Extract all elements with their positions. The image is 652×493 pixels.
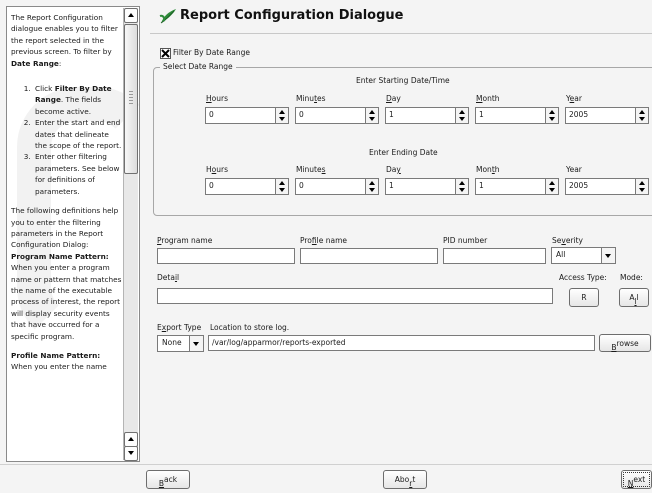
end-year-spinbox[interactable]: 2005	[565, 178, 649, 195]
start-hours-spinbox[interactable]: 0	[205, 107, 289, 124]
back-button[interactable]: Back	[146, 470, 190, 489]
spin-arrows-icon[interactable]	[455, 108, 468, 123]
severity-label: Severity	[552, 236, 583, 245]
scroll-up-arrow-icon[interactable]	[124, 432, 138, 447]
program-name-label: Program name	[157, 236, 213, 245]
export-type-select[interactable]: None	[157, 335, 204, 352]
help-pane[interactable]: The Report Configuration dialogue enable…	[6, 6, 140, 462]
start-month-label: Month	[476, 94, 500, 103]
program-name-input[interactable]	[157, 248, 295, 264]
severity-select[interactable]: All	[551, 247, 616, 264]
mode-label: Mode:	[620, 273, 643, 282]
scrollbar-thumb[interactable]	[124, 24, 138, 174]
chevron-down-icon[interactable]	[601, 248, 615, 263]
page-title: Report Configuration Dialogue	[180, 8, 404, 23]
check-mark-icon	[161, 49, 170, 58]
mode-button[interactable]: All	[619, 288, 649, 307]
spin-arrows-icon[interactable]	[545, 179, 558, 194]
start-hours-label: Hours	[206, 94, 228, 103]
footer-divider	[0, 464, 652, 465]
start-day-spinbox[interactable]: 1	[385, 107, 469, 124]
end-minutes-spinbox[interactable]: 0	[295, 178, 379, 195]
export-type-label: Export Type	[157, 323, 202, 332]
end-hours-spinbox[interactable]: 0	[205, 178, 289, 195]
start-minutes-spinbox[interactable]: 0	[295, 107, 379, 124]
spin-arrows-icon[interactable]	[635, 179, 648, 194]
start-month-spinbox[interactable]: 1	[475, 107, 559, 124]
detail-input[interactable]	[157, 288, 553, 304]
filter-by-date-checkbox[interactable]	[160, 48, 171, 59]
spin-arrows-icon[interactable]	[275, 179, 288, 194]
title-divider	[150, 33, 652, 34]
spin-arrows-icon[interactable]	[275, 108, 288, 123]
end-date-caption: Enter Ending Date	[369, 148, 438, 157]
help-text: The Report Configuration dialogue enable…	[11, 12, 123, 381]
access-type-label: Access Type:	[559, 273, 607, 282]
end-minutes-label: Minutes	[296, 165, 326, 174]
profile-name-input[interactable]	[300, 248, 438, 264]
chevron-down-icon[interactable]	[189, 336, 203, 351]
start-minutes-label: Minutes	[296, 94, 326, 103]
help-step: Click Filter By Date Range. The fields b…	[33, 83, 123, 117]
help-scrollbar[interactable]	[123, 8, 138, 461]
detail-label: Detail	[157, 273, 180, 282]
next-button[interactable]: Next	[621, 470, 652, 489]
spin-arrows-icon[interactable]	[635, 108, 648, 123]
pid-number-label: PID number	[443, 236, 488, 245]
spin-arrows-icon[interactable]	[365, 108, 378, 123]
end-hours-label: Hours	[206, 165, 228, 174]
start-year-spinbox[interactable]: 2005	[565, 107, 649, 124]
leaf-icon	[159, 9, 176, 24]
access-type-button[interactable]: R	[569, 288, 599, 307]
start-year-label: Year	[566, 94, 582, 103]
help-steps: Click Filter By Date Range. The fields b…	[11, 83, 123, 197]
date-range-legend: Select Date Range	[160, 62, 236, 71]
abort-button[interactable]: Abort	[383, 470, 427, 489]
browse-button[interactable]: Browse	[599, 334, 651, 352]
filter-by-date-label[interactable]: Filter By Date Range	[173, 48, 250, 57]
start-day-label: Day	[386, 94, 401, 103]
help-step: Enter the start and end dates that delin…	[33, 117, 123, 151]
end-day-spinbox[interactable]: 1	[385, 178, 469, 195]
spin-arrows-icon[interactable]	[545, 108, 558, 123]
end-year-label: Year	[566, 165, 582, 174]
help-intro: The Report Configuration dialogue enable…	[11, 13, 118, 68]
start-date-caption: Enter Starting Date/Time	[356, 76, 450, 85]
scroll-down-arrow-icon[interactable]	[124, 446, 138, 461]
end-month-spinbox[interactable]: 1	[475, 178, 559, 195]
end-day-label: Day	[386, 165, 401, 174]
profile-name-label: Profile name	[300, 236, 347, 245]
help-definitions: The following definitions help you to en…	[11, 206, 122, 341]
end-month-label: Month	[476, 165, 500, 174]
scroll-up-arrow-icon[interactable]	[124, 8, 138, 23]
pid-number-input[interactable]	[443, 248, 546, 264]
location-label: Location to store log.	[210, 323, 290, 332]
help-step: Enter other filtering parameters. See be…	[33, 151, 123, 197]
export-location-input[interactable]: /var/log/apparmor/reports-exported	[208, 335, 595, 351]
spin-arrows-icon[interactable]	[365, 179, 378, 194]
spin-arrows-icon[interactable]	[455, 179, 468, 194]
help-profile-def: Profile Name Pattern: When you enter the…	[11, 350, 107, 372]
